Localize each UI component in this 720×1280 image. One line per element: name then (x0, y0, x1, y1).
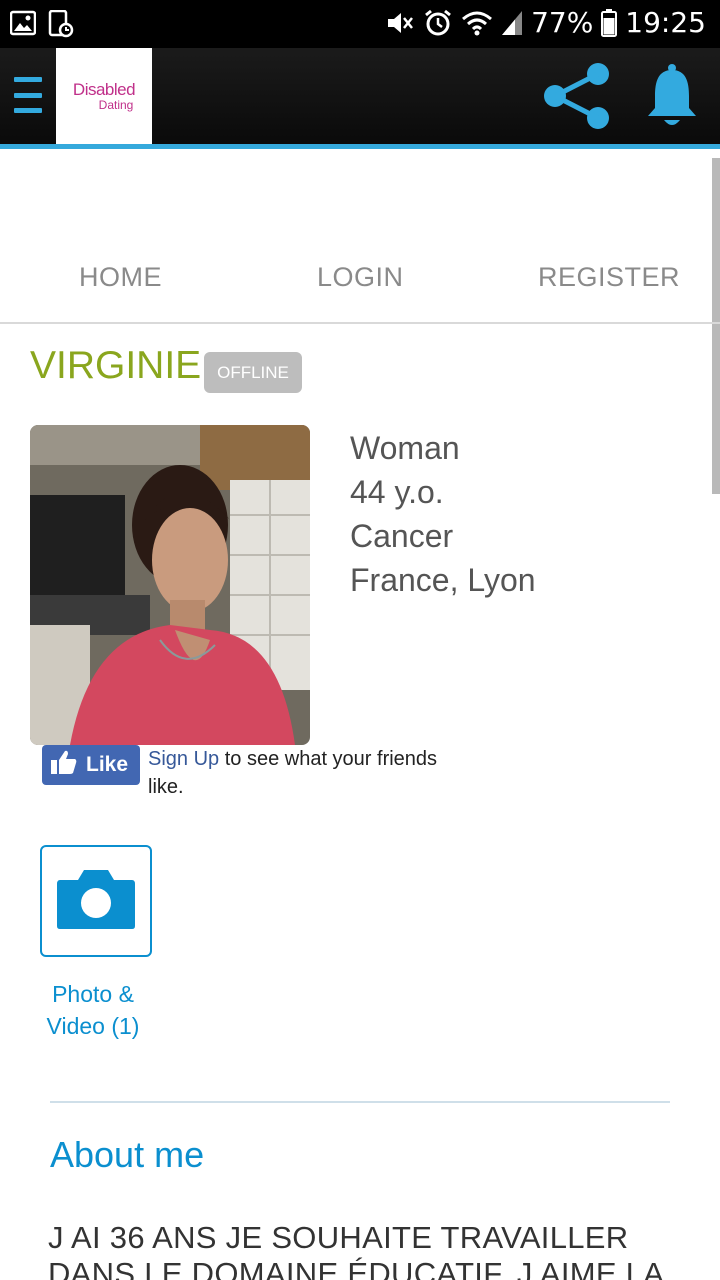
clock-time: 19:25 (625, 6, 706, 39)
profile-photo[interactable] (30, 425, 310, 745)
profile-gender: Woman (350, 430, 460, 466)
section-divider (50, 1101, 670, 1103)
facebook-signup-link[interactable]: Sign Up (148, 748, 219, 770)
top-nav: HOME LOGIN REGISTER (0, 240, 720, 324)
scrollbar[interactable] (712, 158, 720, 494)
photo-video-label[interactable]: Photo & Video (1) (30, 978, 156, 1042)
profile-location: France, Lyon (350, 562, 536, 598)
nav-home[interactable]: HOME (79, 262, 162, 293)
about-title: About me (50, 1134, 205, 1175)
app-bar-accent-line (0, 144, 720, 149)
profile-sign: Cancer (350, 518, 454, 554)
about-text: J AI 36 ANS JE SOUHAITE TRAVAILLER DANS … (48, 1220, 665, 1280)
facebook-like-button[interactable]: Like (42, 745, 140, 785)
logo-text-primary: Disabled (72, 80, 136, 99)
battery-percent: 77% (531, 6, 594, 39)
thumbs-up-icon (50, 749, 78, 781)
photo-video-tile[interactable] (40, 845, 152, 957)
logo-text-secondary: Dating (98, 98, 134, 112)
facebook-signup-text: Sign Up to see what your friends like. (148, 745, 478, 801)
status-badge: OFFLINE (204, 352, 302, 393)
mute-icon (385, 9, 415, 37)
nav-register[interactable]: REGISTER (538, 262, 680, 293)
nav-login[interactable]: LOGIN (317, 262, 404, 293)
like-label: Like (86, 753, 129, 776)
profile-info: Woman 44 y.o. Cancer France, Lyon (350, 426, 536, 602)
status-bar: 77% 19:25 (0, 0, 720, 48)
profile-name: VIRGINIE (30, 344, 202, 387)
gallery-icon (10, 10, 36, 38)
wifi-icon (461, 9, 493, 37)
share-icon[interactable] (542, 60, 612, 137)
app-logo[interactable]: Disabled Dating (56, 48, 152, 144)
battery-icon (601, 8, 618, 37)
signal-icon (501, 10, 523, 36)
camera-icon (56, 868, 136, 935)
screenshot-icon (48, 10, 74, 38)
alarm-icon (423, 8, 453, 38)
profile-age: 44 y.o. (350, 474, 444, 510)
menu-icon[interactable] (14, 77, 42, 113)
bell-icon[interactable] (644, 64, 700, 133)
